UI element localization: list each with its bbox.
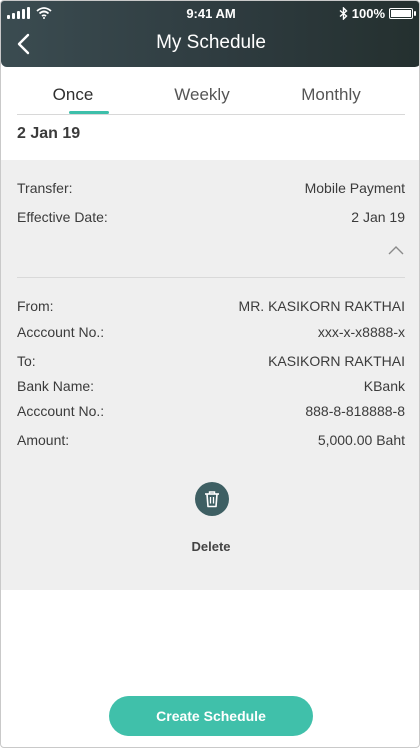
- battery-percent: 100%: [351, 6, 385, 21]
- header-bar: 9:41 AM 100% My Schedule: [1, 1, 419, 67]
- tab-once[interactable]: Once: [13, 85, 133, 105]
- battery-icon: [389, 8, 416, 19]
- bank-name-value: KBank: [363, 378, 405, 394]
- schedule-date-heading: 2 Jan 19: [17, 125, 81, 142]
- divider: [17, 277, 405, 278]
- amount-value: 5,000.00 Baht: [317, 432, 405, 448]
- to-account-label: Acccount No.:: [17, 403, 105, 419]
- trash-icon: [205, 491, 219, 508]
- effective-date-label: Effective Date:: [17, 209, 108, 225]
- delete-button[interactable]: [195, 482, 229, 516]
- transfer-value: Mobile Payment: [304, 180, 405, 196]
- status-bar: 9:41 AM 100%: [1, 1, 419, 27]
- transfer-label: Transfer:: [17, 180, 73, 196]
- status-right: 100%: [339, 6, 416, 21]
- schedule-tabs: Once Weekly Monthly: [17, 81, 405, 115]
- to-value: KASIKORN RAKTHAI: [268, 353, 405, 369]
- from-label: From:: [17, 298, 54, 314]
- effective-date-value: 2 Jan 19: [351, 209, 405, 225]
- schedule-card: Transfer: Mobile Payment Effective Date:…: [1, 160, 419, 590]
- from-account-label: Acccount No.:: [17, 324, 105, 340]
- collapse-chevron-up-icon[interactable]: [387, 244, 405, 256]
- amount-label: Amount:: [17, 432, 70, 448]
- active-tab-indicator: [69, 111, 109, 114]
- delete-label: Delete: [191, 539, 231, 554]
- to-account-value: 888-8-818888-8: [305, 403, 405, 419]
- page-title: My Schedule: [156, 32, 266, 53]
- create-schedule-button[interactable]: Create Schedule: [109, 696, 313, 736]
- tab-weekly[interactable]: Weekly: [142, 85, 262, 105]
- phone-screen: 9:41 AM 100% My Schedule Once Weekly Mon…: [0, 0, 420, 748]
- bank-name-label: Bank Name:: [17, 378, 95, 394]
- bluetooth-icon: [339, 7, 348, 20]
- from-value: MR. KASIKORN RAKTHAI: [238, 298, 405, 314]
- tab-monthly[interactable]: Monthly: [271, 85, 391, 105]
- from-account-value: xxx-x-x8888-x: [317, 324, 405, 340]
- to-label: To:: [17, 353, 36, 369]
